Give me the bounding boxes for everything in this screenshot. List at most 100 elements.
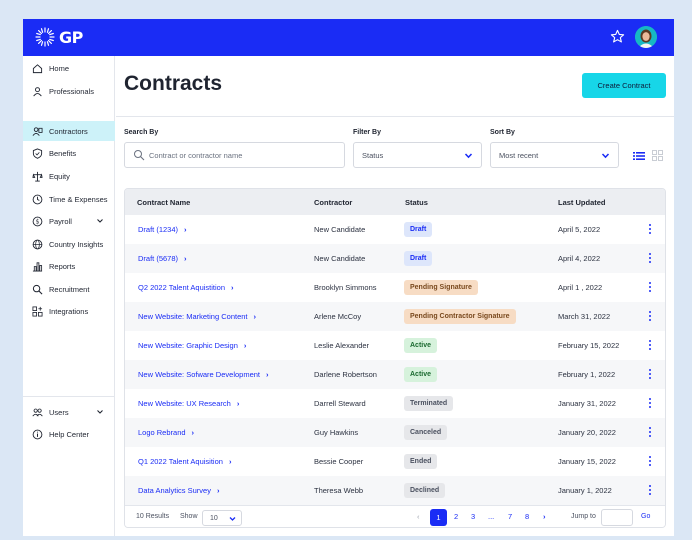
logo[interactable]: GP: [35, 27, 83, 47]
contract-name-text: New Website: Sofware Development: [138, 370, 260, 379]
jump-to-input[interactable]: [601, 509, 633, 526]
dollar-icon: $: [32, 216, 43, 226]
table-row[interactable]: Q2 2022 Talent Aquistition › Brooklyn Simm…: [125, 273, 665, 302]
last-updated-date: March 31, 2022: [558, 312, 611, 321]
results-count: 10 Results: [136, 513, 170, 520]
more-options-icon[interactable]: [648, 427, 652, 438]
filter-select[interactable]: Status: [353, 142, 482, 168]
sidebar-item-professionals[interactable]: Professionals: [23, 81, 115, 101]
column-header-contractor[interactable]: Contractor: [314, 198, 352, 207]
contract-name-link[interactable]: Data Analytics Survey ›: [138, 486, 219, 495]
chevron-down-icon: [97, 410, 103, 414]
more-options-icon[interactable]: [648, 224, 652, 235]
status-badge: Pending Signature: [404, 280, 478, 295]
filter-label: Filter By: [353, 129, 382, 136]
table-row[interactable]: New Website: Marketing Content › Arlene Mc…: [125, 302, 665, 331]
sidebar-item-reports[interactable]: Reports: [23, 256, 115, 276]
page-3-button[interactable]: 3: [471, 512, 475, 521]
table-row[interactable]: New Website: UX Research › Darrell Steward…: [125, 389, 665, 418]
page-size-select[interactable]: 10: [202, 510, 242, 526]
table-row[interactable]: Q1 2022 Talent Aquisition › Bessie Cooper E…: [125, 447, 665, 476]
app-frame: GP Home Professionals Contractors Benefi…: [23, 19, 674, 536]
page-size-value: 10: [210, 515, 218, 522]
bar-chart-icon: [32, 261, 43, 271]
search-field[interactable]: [124, 142, 345, 168]
sidebar-item-label: Reports: [49, 261, 76, 271]
page-title: Contracts: [124, 72, 223, 95]
chevron-right-icon: ›: [231, 283, 234, 292]
contract-name-link[interactable]: New Website: Sofware Development ›: [138, 370, 269, 379]
top-bar: GP: [23, 19, 674, 56]
equity-icon: [32, 171, 43, 182]
table-row[interactable]: Draft (5678) › New Candidate Draft April 4, …: [125, 244, 665, 273]
status-badge: Pending Contractor Signature: [404, 309, 516, 324]
more-options-icon[interactable]: [648, 398, 652, 409]
more-options-icon[interactable]: [648, 485, 652, 496]
chevron-right-icon: ›: [184, 225, 187, 234]
column-header-status[interactable]: Status: [405, 198, 428, 207]
list-view-icon[interactable]: [633, 151, 645, 161]
sort-select[interactable]: Most recent: [490, 142, 619, 168]
more-options-icon[interactable]: [648, 253, 652, 264]
filter-value: Status: [362, 151, 384, 160]
contract-name-link[interactable]: New Website: Marketing Content ›: [138, 312, 256, 321]
table-row[interactable]: Logo Rebrand › Guy Hawkins Canceled January …: [125, 418, 665, 447]
contract-name-link[interactable]: New Website: Graphic Design ›: [138, 341, 246, 350]
page-1-button[interactable]: 1: [430, 509, 447, 526]
sidebar-item-label: Contractors: [49, 126, 88, 136]
contract-name-text: New Website: Marketing Content: [138, 312, 248, 321]
page-7-button[interactable]: 7: [508, 512, 512, 521]
contractor-name: Darlene Robertson: [314, 370, 377, 379]
contract-name-link[interactable]: New Website: UX Research ›: [138, 399, 239, 408]
more-options-icon[interactable]: [648, 311, 652, 322]
contractor-name: Leslie Alexander: [314, 341, 370, 350]
page-8-button[interactable]: 8: [525, 512, 529, 521]
sidebar-item-equity[interactable]: Equity: [23, 166, 115, 186]
sidebar-item-home[interactable]: Home: [23, 58, 115, 78]
contract-name-text: Draft (1234): [138, 225, 179, 234]
next-page-button[interactable]: ›: [543, 512, 546, 521]
sidebar-item-time-expenses[interactable]: Time & Expenses: [23, 189, 115, 209]
sidebar-item-contractors[interactable]: Contractors: [23, 121, 115, 141]
sidebar-item-country-insights[interactable]: Country Insights: [23, 234, 115, 254]
page-2-button[interactable]: 2: [454, 512, 458, 521]
go-button[interactable]: Go: [641, 513, 650, 520]
table-row[interactable]: New Website: Graphic Design › Leslie Alexa…: [125, 331, 665, 360]
table-row[interactable]: New Website: Sofware Development › Darlene…: [125, 360, 665, 389]
page-ellipsis: ...: [488, 512, 495, 521]
sidebar-item-users[interactable]: Users: [23, 402, 115, 422]
grid-view-icon[interactable]: [652, 150, 663, 161]
contract-name-link[interactable]: Q2 2022 Talent Aquistition ›: [138, 283, 234, 292]
more-options-icon[interactable]: [648, 369, 652, 380]
last-updated-date: January 20, 2022: [558, 428, 616, 437]
jump-to-label: Jump to: [571, 513, 596, 520]
more-options-icon[interactable]: [648, 456, 652, 467]
contractor-name: Darrell Steward: [314, 399, 366, 408]
sidebar-item-recruitment[interactable]: Recruitment: [23, 279, 115, 299]
more-options-icon[interactable]: [648, 340, 652, 351]
user-avatar[interactable]: [635, 26, 657, 48]
table-row[interactable]: Data Analytics Survey › Theresa Webb Declin…: [125, 476, 665, 505]
last-updated-date: January 15, 2022: [558, 457, 616, 466]
sidebar-item-help-center[interactable]: Help Center: [23, 424, 115, 444]
column-header-last-updated[interactable]: Last Updated: [558, 198, 606, 207]
contract-name-text: Q1 2022 Talent Aquisition: [138, 457, 223, 466]
contract-name-link[interactable]: Draft (1234) ›: [138, 225, 187, 234]
contract-name-link[interactable]: Logo Rebrand ›: [138, 428, 194, 437]
contract-name-link[interactable]: Draft (5678) ›: [138, 254, 187, 263]
sidebar-item-payroll[interactable]: $ Payroll: [23, 211, 115, 231]
globe-icon: [32, 239, 43, 249]
sidebar-item-integrations[interactable]: Integrations: [23, 301, 115, 321]
sidebar-item-label: Users: [49, 407, 69, 417]
search-input[interactable]: [149, 148, 339, 163]
contract-name-link[interactable]: Q1 2022 Talent Aquisition ›: [138, 457, 231, 466]
create-contract-button[interactable]: Create Contract: [582, 73, 666, 98]
prev-page-button[interactable]: ‹: [417, 512, 420, 521]
sidebar-item-benefits[interactable]: Benefits: [23, 143, 115, 163]
star-icon[interactable]: [610, 29, 625, 44]
more-options-icon[interactable]: [648, 282, 652, 293]
column-header-contract-name[interactable]: Contract Name: [137, 198, 190, 207]
table-row[interactable]: Draft (1234) › New Candidate Draft April 5, …: [125, 215, 665, 244]
table-body: Draft (1234) › New Candidate Draft April 5, …: [125, 215, 665, 505]
contractor-name: Arlene McCoy: [314, 312, 362, 321]
